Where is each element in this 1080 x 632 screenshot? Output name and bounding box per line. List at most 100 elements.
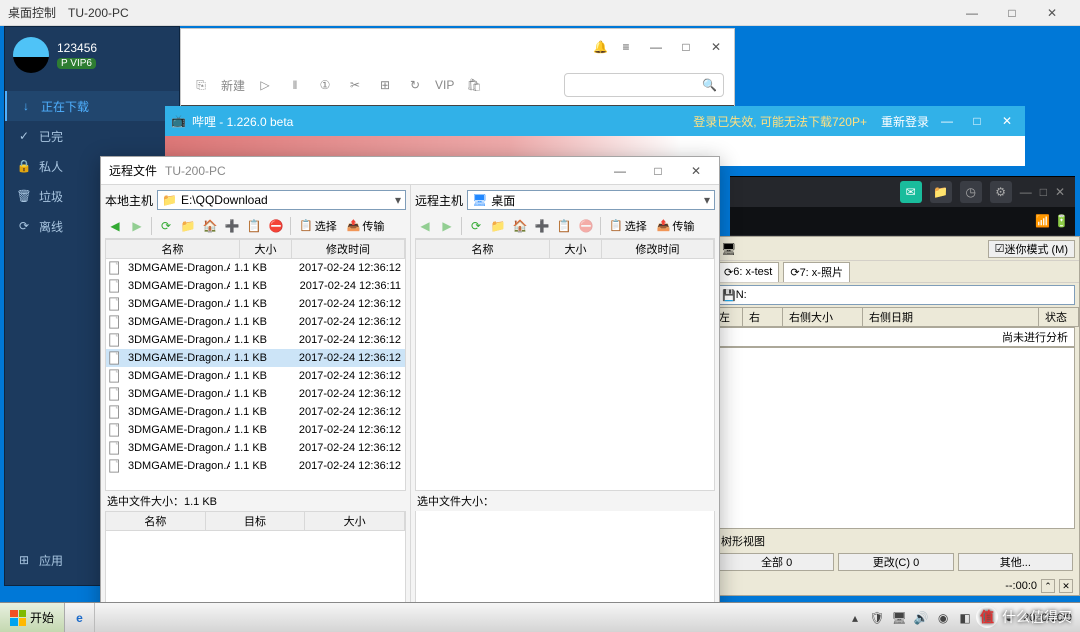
outer-titlebar[interactable]: 桌面控制 TU-200-PC — □ ✕ [0,0,1080,26]
notification-icon[interactable]: 🔔 [593,40,608,54]
ft-close-button[interactable]: ✕ [681,161,711,181]
col-size[interactable]: 大小 [550,240,602,258]
taskbar-date[interactable]: 2020/10/9 [1023,612,1072,624]
select-button[interactable]: 📋 选择 [295,216,341,236]
tab-x-photo[interactable]: ⟳ 7: x-照片 [783,262,850,282]
tray-network-icon[interactable]: 🖥 [891,610,907,626]
browser-search-input[interactable]: 🔍 [564,73,724,97]
queue-col-name[interactable]: 名称 [106,512,206,530]
taskbar-ie-icon[interactable]: e [65,603,95,632]
back-icon[interactable]: ◀ [105,216,125,236]
queue-col-target[interactable]: 目标 [206,512,306,530]
start-button[interactable]: 开始 [0,603,65,632]
vip-label[interactable]: VIP [435,78,454,92]
transfer-button[interactable]: 📤 传输 [343,216,389,236]
outer-maximize-button[interactable]: □ [992,0,1032,26]
delete-icon[interactable]: ⛔ [266,216,286,236]
file-row[interactable]: 3DMGAME-Dragon.A1.1 KB2017-02-24 12:36:1… [106,439,405,457]
transfer-button[interactable]: 📤 传输 [653,216,699,236]
mini-mode-button[interactable]: ☑ 迷你模式 (M) [988,240,1075,258]
new-icon[interactable]: ⎘ [191,75,211,95]
file-row[interactable]: 3DMGAME-Dragon.A1.1 KB2017-02-24 12:36:1… [106,259,405,277]
folder-icon[interactable]: 📁 [930,181,952,203]
bilibili-minimize-button[interactable]: — [935,108,959,134]
file-row[interactable]: 3DMGAME-Dragon.A1.1 KB2017-02-24 12:36:1… [106,313,405,331]
tray-steam-icon[interactable]: ◉ [935,610,951,626]
tab-x-test[interactable]: ⟳ 6: x-test [717,262,779,282]
ft-minimize-button[interactable]: — [605,161,635,181]
select-button[interactable]: 📋 选择 [605,216,651,236]
queue-col-size[interactable]: 大小 [305,512,405,530]
browser-maximize-button[interactable]: □ [674,34,698,60]
compare-list-area[interactable] [717,347,1075,529]
sidebar-item-0[interactable]: ↓正在下载 [5,91,179,121]
file-row[interactable]: 3DMGAME-Dragon.A1.1 KB2017-02-24 12:36:1… [106,403,405,421]
play-icon[interactable]: ▷ [255,75,275,95]
file-row[interactable]: 3DMGAME-Dragon.A1.1 KB2017-02-24 12:36:1… [106,349,405,367]
chevron-down-icon[interactable]: ▾ [395,193,401,207]
outer-close-button[interactable]: ✕ [1032,0,1072,26]
bilibili-titlebar[interactable]: 📺 哔哩 - 1.226.0 beta 登录已失效, 可能无法下载720P+ 重… [165,106,1025,136]
bilibili-close-button[interactable]: ✕ [995,108,1019,134]
forward-icon[interactable]: ▶ [127,216,147,236]
ft-maximize-button[interactable]: □ [643,161,673,181]
file-row[interactable]: 3DMGAME-Dragon.A1.1 KB2017-02-24 12:36:1… [106,277,405,295]
col-mtime[interactable]: 修改时间 [602,240,714,258]
bilibili-relogin-link[interactable]: 重新登录 [881,113,929,130]
tray-app3-icon[interactable]: ◒ [1001,610,1017,626]
remote-path-input[interactable]: 🖥 桌面 ▾ [467,190,715,210]
grid-icon[interactable]: ⊞ [375,75,395,95]
cut-icon[interactable]: ✂ [345,75,365,95]
file-transfer-titlebar[interactable]: 远程文件 TU-200-PC — □ ✕ [101,157,719,185]
home-icon[interactable]: 🏠 [510,216,530,236]
col-mtime[interactable]: 修改时间 [292,240,405,258]
new-folder-icon[interactable]: ➕ [222,216,242,236]
bilibili-maximize-button[interactable]: □ [965,108,989,134]
file-row[interactable]: 3DMGAME-Dragon.A1.1 KB2017-02-24 12:36:1… [106,331,405,349]
file-row[interactable]: 3DMGAME-Dragon.A1.1 KB2017-02-24 12:36:1… [106,457,405,475]
dark-close-button[interactable]: ✕ [1055,185,1065,199]
clock-icon[interactable]: ◷ [960,181,982,203]
drive-selector[interactable]: 💾 N: [717,285,1075,305]
dark-maximize-button[interactable]: □ [1040,185,1047,199]
new-folder-icon[interactable]: ➕ [532,216,552,236]
browser-menu-button[interactable]: ≡ [614,34,638,60]
refresh-icon[interactable]: ⟳ [156,216,176,236]
tray-app1-icon[interactable]: ◧ [957,610,973,626]
tree-changed-button[interactable]: 更改(C) 0 [838,553,953,571]
avatar[interactable] [13,37,49,73]
pause-icon[interactable]: ‖ [285,75,305,95]
file-row[interactable]: 3DMGAME-Dragon.A1.1 KB2017-02-24 12:36:1… [106,367,405,385]
up-folder-icon[interactable]: 📁 [178,216,198,236]
refresh-icon[interactable]: ↻ [405,75,425,95]
outer-minimize-button[interactable]: — [952,0,992,26]
col-name[interactable]: 名称 [106,240,240,258]
tray-sound-icon[interactable]: 🔊 [913,610,929,626]
remote-file-list[interactable] [415,259,715,491]
col-status[interactable]: 状态 [1039,308,1079,326]
local-path-input[interactable]: 📁 E:\QQDownload ▾ [157,190,406,210]
file-row[interactable]: 3DMGAME-Dragon.A1.1 KB2017-02-24 12:36:1… [106,385,405,403]
file-row[interactable]: 3DMGAME-Dragon.A1.1 KB2017-02-24 12:36:1… [106,295,405,313]
back-icon[interactable]: ◀ [415,216,435,236]
sidebar-item-1[interactable]: ✓已完 [5,121,179,151]
col-right-date[interactable]: 右侧日期 [863,308,1039,326]
local-file-list[interactable]: 3DMGAME-Dragon.A1.1 KB2017-02-24 12:36:1… [105,259,406,491]
close-panel-button[interactable]: ✕ [1059,579,1073,593]
col-name[interactable]: 名称 [416,240,550,258]
green-app-icon[interactable]: ✉ [900,181,922,203]
tray-shield-icon[interactable]: 🛡 [869,610,885,626]
col-right[interactable]: 右 [743,308,783,326]
forward-icon[interactable]: ▶ [437,216,457,236]
file-row[interactable]: 3DMGAME-Dragon.A1.1 KB2017-02-24 12:36:1… [106,421,405,439]
up-folder-icon[interactable]: 📁 [488,216,508,236]
bag-icon[interactable]: 🛍 [464,75,484,95]
copy-icon[interactable]: 📋 [554,216,574,236]
tree-other-button[interactable]: 其他... [958,553,1073,571]
refresh-icon[interactable]: ⟳ [466,216,486,236]
circle-icon[interactable]: ① [315,75,335,95]
tree-all-button[interactable]: 全部 0 [719,553,834,571]
dark-minimize-button[interactable]: — [1020,185,1032,199]
gear-icon[interactable]: ⚙ [990,181,1012,203]
collapse-up-button[interactable]: ⌃ [1041,579,1055,593]
